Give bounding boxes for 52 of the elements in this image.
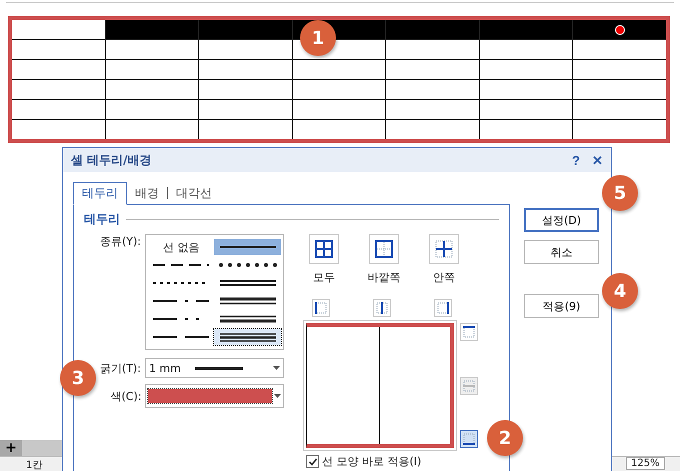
border-edge-button[interactable] xyxy=(434,299,452,317)
apply-immediately-checkbox[interactable]: 선 모양 바로 적용(I) xyxy=(306,454,496,469)
line-sample-icon xyxy=(218,313,278,325)
close-button[interactable]: ✕ xyxy=(592,152,603,168)
window-title: 셀 테두리/배경 xyxy=(71,152,153,168)
border-preset-button[interactable] xyxy=(369,234,399,264)
border-edge-button[interactable] xyxy=(373,299,391,317)
color-dropdown[interactable] xyxy=(145,384,284,408)
border-edge-button[interactable] xyxy=(312,299,330,317)
step-number-badge: 5 xyxy=(602,175,638,211)
status-text: 1칸 xyxy=(26,459,42,471)
add-sheet-button[interactable]: + xyxy=(0,440,22,456)
thickness-dropdown[interactable]: 1 mm xyxy=(144,358,284,378)
line-style-option[interactable] xyxy=(214,329,281,345)
zoom-level[interactable]: 125% xyxy=(626,457,665,470)
border-grid-icon xyxy=(314,239,334,259)
help-button[interactable]: ? xyxy=(572,152,580,168)
preset-label: 안쪽 xyxy=(433,270,455,285)
tab[interactable]: 배경 xyxy=(127,183,167,204)
border-edge-icon xyxy=(436,301,450,315)
line-style-option[interactable]: 선 없음 xyxy=(148,239,214,255)
border-edge-icon xyxy=(462,432,476,446)
border-preset-button[interactable] xyxy=(429,234,459,264)
border-grid-icon xyxy=(434,239,454,259)
field-label: 색(C): xyxy=(109,388,142,404)
group-title: 테두리 xyxy=(84,211,120,228)
dialog-button[interactable]: 설정(D) xyxy=(524,208,599,232)
border-edge-icon xyxy=(462,325,476,339)
line-sample-icon xyxy=(218,331,278,343)
border-edge-icon xyxy=(462,378,476,392)
preset-label: 바깥쪽 xyxy=(368,270,400,285)
field-label: 굵기(T): xyxy=(98,360,141,376)
checkmark-icon xyxy=(308,456,318,466)
line-style-option[interactable] xyxy=(214,239,281,255)
dialog-button[interactable]: 취소 xyxy=(524,240,599,264)
border-edge-icon xyxy=(314,301,328,315)
caret-icon xyxy=(274,394,281,398)
preset-label: 모두 xyxy=(313,270,335,285)
caret-icon xyxy=(273,366,280,370)
border-edge-button[interactable] xyxy=(460,430,478,448)
border-preset-button[interactable] xyxy=(309,234,339,264)
dialog-button[interactable]: 적용(9) xyxy=(524,294,599,318)
border-edge-button[interactable] xyxy=(460,323,478,341)
field-label: 종류(Y): xyxy=(98,234,141,249)
tab[interactable]: 테두리 xyxy=(73,182,127,205)
line-sample-icon xyxy=(194,366,243,370)
border-grid-icon xyxy=(374,239,394,259)
step-number-badge: 4 xyxy=(602,273,638,309)
line-sample-icon xyxy=(218,295,278,307)
tab[interactable]: 대각선 xyxy=(168,183,220,204)
border-edge-icon xyxy=(375,301,389,315)
line-sample-icon xyxy=(218,277,278,289)
